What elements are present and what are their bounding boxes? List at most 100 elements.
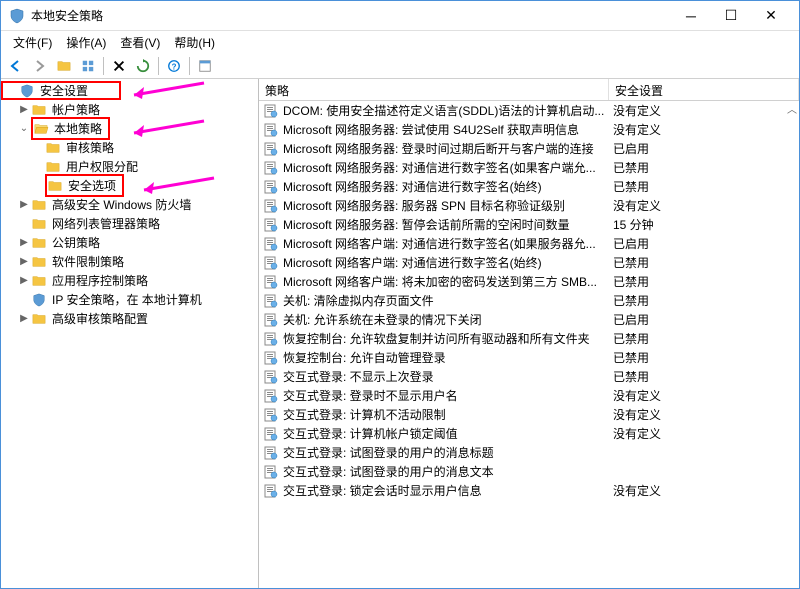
column-header-setting[interactable]: 安全设置 bbox=[609, 79, 799, 100]
policy-icon bbox=[263, 104, 279, 118]
list-item[interactable]: Microsoft 网络服务器: 服务器 SPN 目标名称验证级别没有定义 bbox=[259, 196, 799, 215]
list-item[interactable]: Microsoft 网络服务器: 暂停会话前所需的空闲时间数量15 分钟 bbox=[259, 215, 799, 234]
show-hide-button[interactable] bbox=[77, 55, 99, 77]
up-button[interactable] bbox=[53, 55, 75, 77]
list-item[interactable]: 恢复控制台: 允许自动管理登录 已禁用 bbox=[259, 348, 799, 367]
tree-label: 应用程序控制策略 bbox=[50, 271, 150, 290]
policy-name: 交互式登录: 锁定会话时显示用户信息 bbox=[283, 482, 482, 499]
folder-icon bbox=[31, 236, 47, 250]
tree-toggle-icon[interactable]: ▶ bbox=[17, 237, 31, 248]
tree-app-control[interactable]: ▶ 应用程序控制策略 bbox=[1, 271, 258, 290]
policy-name: 恢复控制台: 允许软盘复制并访问所有驱动器和所有文件夹 bbox=[283, 330, 590, 347]
tree-toggle-icon[interactable]: ▶ bbox=[17, 104, 31, 115]
close-button[interactable]: ✕ bbox=[751, 2, 791, 30]
tree-toggle-icon[interactable]: ▶ bbox=[17, 256, 31, 267]
tree-toggle-icon[interactable]: ▶ bbox=[17, 199, 31, 210]
help-icon bbox=[166, 59, 182, 73]
tree-root-security-settings[interactable]: 安全设置 bbox=[1, 81, 121, 100]
policy-icon bbox=[263, 446, 279, 460]
policy-name: 关机: 清除虚拟内存页面文件 bbox=[283, 292, 434, 309]
policy-setting: 没有定义 bbox=[613, 197, 795, 214]
menu-action[interactable]: 操作(A) bbox=[60, 32, 112, 53]
back-button[interactable] bbox=[5, 55, 27, 77]
column-header-policy[interactable]: 策略 bbox=[259, 79, 609, 100]
policy-icon bbox=[263, 484, 279, 498]
folder-icon bbox=[45, 160, 61, 174]
list-item[interactable]: Microsoft 网络客户端: 将未加密的密码发送到第三方 SMB...已禁用 bbox=[259, 272, 799, 291]
policy-setting: 15 分钟 bbox=[613, 216, 795, 233]
tree-label: 安全设置 bbox=[38, 81, 90, 100]
tree-toggle-icon[interactable]: ⌄ bbox=[17, 123, 31, 134]
toolbar-separator bbox=[103, 57, 104, 75]
policy-icon bbox=[263, 389, 279, 403]
list-item[interactable]: Microsoft 网络客户端: 对通信进行数字签名(始终)已禁用 bbox=[259, 253, 799, 272]
help-button[interactable] bbox=[163, 55, 185, 77]
tree-ipsec[interactable]: IP 安全策略，在 本地计算机 bbox=[1, 290, 258, 309]
list-item[interactable]: DCOM: 使用安全描述符定义语言(SDDL)语法的计算机启动...没有定义 bbox=[259, 101, 799, 120]
policy-setting: 已禁用 bbox=[613, 273, 795, 290]
policy-name: Microsoft 网络服务器: 对通信进行数字签名(始终) bbox=[283, 178, 542, 195]
list-item[interactable]: 交互式登录: 不显示上次登录已禁用 bbox=[259, 367, 799, 386]
policy-name: 恢复控制台: 允许自动管理登录 bbox=[283, 349, 446, 366]
scroll-up-icon[interactable]: ︿ bbox=[787, 101, 797, 116]
app-icon bbox=[9, 8, 25, 24]
list-header: 策略 安全设置 bbox=[259, 79, 799, 101]
folder-open-icon bbox=[33, 122, 49, 136]
policy-setting: 已禁用 bbox=[613, 292, 795, 309]
properties-icon bbox=[197, 59, 213, 73]
list-item[interactable]: Microsoft 网络客户端: 对通信进行数字签名(如果服务器允...已启用 bbox=[259, 234, 799, 253]
list-item[interactable]: Microsoft 网络服务器: 尝试使用 S4U2Self 获取声明信息没有定… bbox=[259, 120, 799, 139]
list-item[interactable]: 交互式登录: 计算机帐户锁定阈值没有定义 bbox=[259, 424, 799, 443]
policy-name: 交互式登录: 试图登录的用户的消息标题 bbox=[283, 444, 494, 461]
list-item[interactable]: 交互式登录: 试图登录的用户的消息文本 bbox=[259, 462, 799, 481]
tree-pane[interactable]: 安全设置 ▶ 帐户策略 ⌄ 本地策略 审核策略 用户权限分配 bbox=[1, 79, 259, 588]
list-body[interactable]: DCOM: 使用安全描述符定义语言(SDDL)语法的计算机启动...没有定义Mi… bbox=[259, 101, 799, 588]
minimize-button[interactable]: ─ bbox=[671, 2, 711, 30]
policy-icon bbox=[263, 332, 279, 346]
list-item[interactable]: Microsoft 网络服务器: 登录时间过期后断开与客户端的连接已启用 bbox=[259, 139, 799, 158]
list-item[interactable]: 交互式登录: 计算机不活动限制没有定义 bbox=[259, 405, 799, 424]
forward-button[interactable] bbox=[29, 55, 51, 77]
tree-firewall[interactable]: ▶ 高级安全 Windows 防火墙 bbox=[1, 195, 258, 214]
list-item[interactable]: 关机: 允许系统在未登录的情况下关闭已启用 bbox=[259, 310, 799, 329]
tree-audit-policy[interactable]: 审核策略 bbox=[1, 138, 258, 157]
properties-button[interactable] bbox=[194, 55, 216, 77]
policy-setting: 没有定义 bbox=[613, 425, 795, 442]
menu-view[interactable]: 查看(V) bbox=[114, 32, 166, 53]
list-item[interactable]: 交互式登录: 登录时不显示用户名没有定义 bbox=[259, 386, 799, 405]
tree-user-rights[interactable]: 用户权限分配 bbox=[1, 157, 258, 176]
policy-icon bbox=[263, 123, 279, 137]
list-item[interactable]: Microsoft 网络服务器: 对通信进行数字签名(如果客户端允...已禁用 bbox=[259, 158, 799, 177]
tree-adv-audit[interactable]: ▶ 高级审核策略配置 bbox=[1, 309, 258, 328]
list-item[interactable]: 关机: 清除虚拟内存页面文件 已禁用 bbox=[259, 291, 799, 310]
list-item[interactable]: Microsoft 网络服务器: 对通信进行数字签名(始终)已禁用 bbox=[259, 177, 799, 196]
tree-network-list[interactable]: 网络列表管理器策略 bbox=[1, 214, 258, 233]
tree-public-key[interactable]: ▶ 公钥策略 bbox=[1, 233, 258, 252]
list-item[interactable]: 交互式登录: 锁定会话时显示用户信息没有定义 bbox=[259, 481, 799, 500]
policy-setting: 没有定义 bbox=[613, 102, 795, 119]
policy-name: 交互式登录: 试图登录的用户的消息文本 bbox=[283, 463, 494, 480]
tree-toggle-icon[interactable]: ▶ bbox=[17, 313, 31, 324]
list-item[interactable]: 恢复控制台: 允许软盘复制并访问所有驱动器和所有文件夹已禁用 bbox=[259, 329, 799, 348]
menu-file[interactable]: 文件(F) bbox=[7, 32, 58, 53]
policy-icon bbox=[263, 351, 279, 365]
tree-local-policies[interactable]: ⌄ 本地策略 bbox=[1, 119, 258, 138]
folder-icon bbox=[31, 255, 47, 269]
back-icon bbox=[8, 59, 24, 73]
policy-setting: 已禁用 bbox=[613, 349, 795, 366]
tree-software-restrict[interactable]: ▶ 软件限制策略 bbox=[1, 252, 258, 271]
tree-label: 高级审核策略配置 bbox=[50, 309, 150, 328]
shield-icon bbox=[19, 84, 35, 98]
refresh-icon bbox=[135, 59, 151, 73]
delete-button[interactable] bbox=[108, 55, 130, 77]
policy-name: Microsoft 网络客户端: 对通信进行数字签名(如果服务器允... bbox=[283, 235, 596, 252]
tree-toggle-icon[interactable]: ▶ bbox=[17, 275, 31, 286]
tree-security-options[interactable]: 安全选项 bbox=[1, 176, 258, 195]
maximize-button[interactable]: ☐ bbox=[711, 2, 751, 30]
list-item[interactable]: 交互式登录: 试图登录的用户的消息标题 bbox=[259, 443, 799, 462]
toolbar bbox=[1, 53, 799, 79]
policy-icon bbox=[263, 237, 279, 251]
tree-label: 高级安全 Windows 防火墙 bbox=[50, 195, 193, 214]
menu-help[interactable]: 帮助(H) bbox=[168, 32, 221, 53]
refresh-button[interactable] bbox=[132, 55, 154, 77]
